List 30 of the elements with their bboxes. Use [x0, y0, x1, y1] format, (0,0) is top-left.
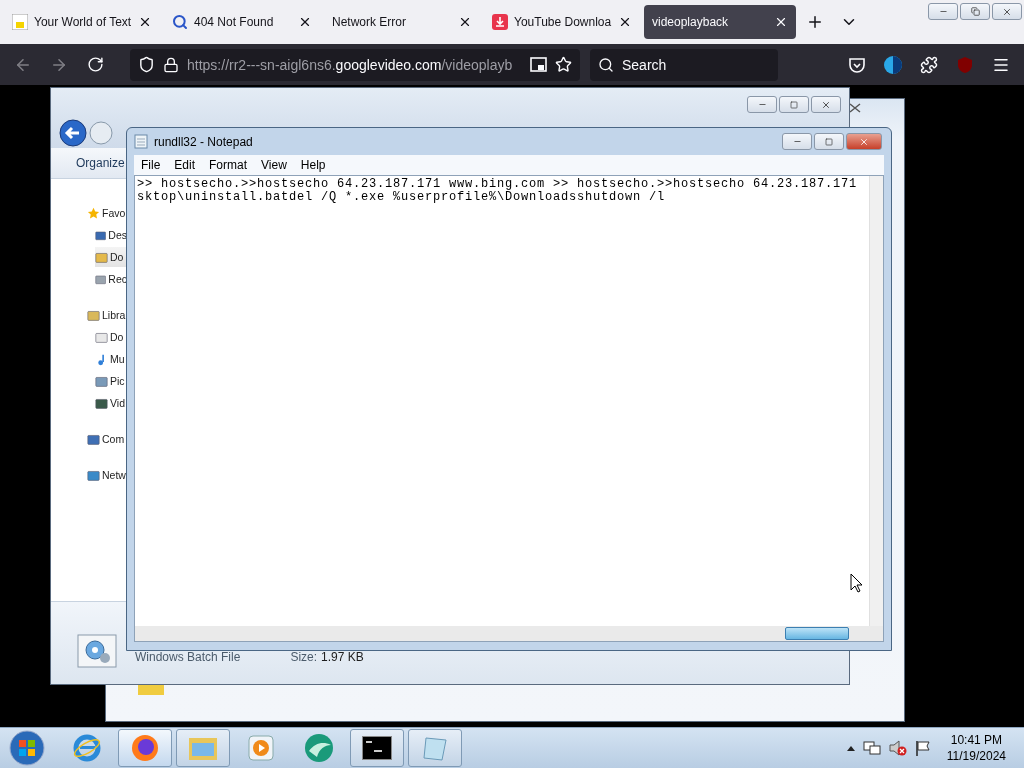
browser-tab[interactable]: 404 Not Found [164, 5, 320, 39]
menu-item[interactable]: File [134, 158, 168, 172]
browser-tab[interactable]: YouTube Downloa [484, 5, 640, 39]
size-label: Size: [290, 650, 318, 664]
sidebar-item[interactable]: Libra [87, 305, 127, 325]
menu-item[interactable]: Edit [167, 158, 203, 172]
sidebar-item[interactable]: Mu [95, 349, 127, 369]
window-title: rundll32 - Notepad [154, 134, 253, 149]
browser-tab[interactable]: videoplayback [644, 5, 796, 39]
sidebar-item[interactable]: Favo [87, 203, 127, 223]
browser-tab[interactable]: Network Error [324, 5, 480, 39]
sidebar-item[interactable]: Do [95, 247, 127, 267]
sidebar-item[interactable]: Com [87, 429, 127, 449]
clock[interactable]: 10:41 PM 11/19/2024 [946, 732, 1006, 764]
address-bar[interactable]: https://rr2---sn-aigl6ns6.googlevideo.com/videoplayb [130, 48, 580, 81]
sidebar-item[interactable]: Rec [95, 269, 127, 289]
menu-item[interactable]: Format [202, 158, 255, 172]
sidebar-item[interactable]: Do [95, 327, 127, 347]
sidebar-item[interactable]: Vid [95, 393, 127, 413]
size-value: 1.97 KB [321, 650, 364, 664]
url-text: https://rr2---sn-aigl6ns6.googlevideo.com/videoplayb [187, 56, 514, 73]
menu-item[interactable]: View [254, 158, 294, 172]
sidebar-item[interactable]: Netw [87, 465, 127, 485]
menu-item[interactable]: Help [293, 158, 333, 172]
search-field[interactable]: Search [590, 48, 778, 81]
organize-menu[interactable]: Organize [76, 156, 125, 170]
file-type-text: Windows Batch File [135, 650, 241, 664]
sidebar-item[interactable]: Pic [95, 371, 127, 391]
sidebar-item[interactable]: Des [95, 225, 127, 245]
browser-tab[interactable]: Your World of Text [4, 5, 160, 39]
